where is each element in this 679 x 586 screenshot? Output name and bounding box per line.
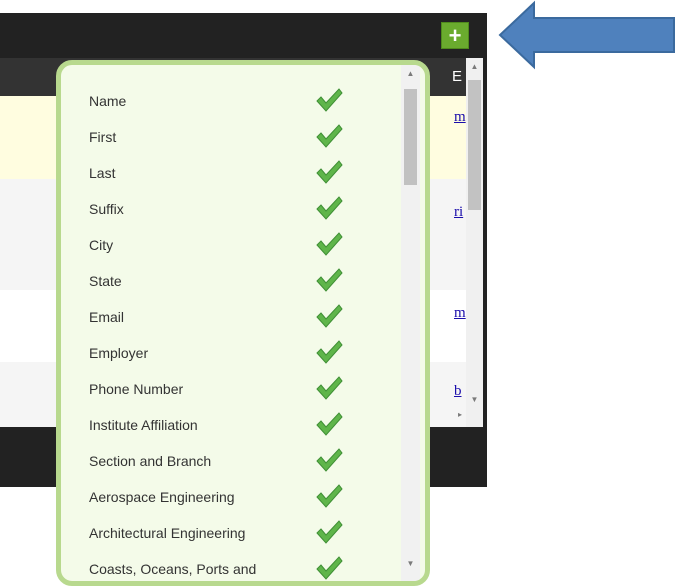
column-option-label: Coasts, Oceans, Ports and [89, 561, 257, 577]
checkmark-icon[interactable] [315, 483, 343, 509]
column-option[interactable]: First [61, 123, 401, 159]
column-option[interactable]: Architectural Engineering [61, 519, 401, 555]
table-header-email[interactable]: E [452, 68, 462, 85]
table-scrollbar[interactable]: ▲ ▼ ▸ [458, 58, 483, 427]
column-option-label: Institute Affiliation [89, 417, 198, 433]
column-option-label: Email [89, 309, 125, 325]
column-option[interactable]: City [61, 231, 401, 267]
checkmark-icon[interactable] [315, 555, 343, 581]
column-option-label: Aerospace Engineering [89, 489, 235, 505]
column-option[interactable]: Section and Branch [61, 447, 401, 483]
checkmark-icon[interactable] [315, 447, 343, 473]
checkmark-icon[interactable] [315, 123, 343, 149]
email-link[interactable]: ri [454, 204, 463, 221]
checkmark-icon[interactable] [315, 375, 343, 401]
checkmark-icon[interactable] [315, 267, 343, 293]
checkmark-icon[interactable] [315, 159, 343, 185]
column-option[interactable]: State [61, 267, 401, 303]
scrollbar-thumb[interactable] [404, 89, 417, 185]
column-option[interactable]: Employer [61, 339, 401, 375]
checkmark-icon[interactable] [315, 87, 343, 113]
column-option-label: Section and Branch [89, 453, 212, 469]
column-list-scrollbar[interactable]: ▲ ▼ [401, 65, 420, 581]
checkmark-icon[interactable] [315, 519, 343, 545]
checkmark-icon[interactable] [315, 195, 343, 221]
column-option[interactable]: Institute Affiliation [61, 411, 401, 447]
email-link[interactable]: m [454, 109, 466, 126]
checkmark-icon[interactable] [315, 411, 343, 437]
column-option[interactable]: Aerospace Engineering [61, 483, 401, 519]
annotation-arrow-icon [498, 0, 675, 70]
checkmark-icon[interactable] [315, 339, 343, 365]
checkmark-icon[interactable] [315, 303, 343, 329]
email-link[interactable]: b [454, 383, 462, 400]
column-option-label: Suffix [89, 201, 124, 217]
add-column-button[interactable]: + [441, 22, 469, 49]
column-option[interactable]: Name [61, 87, 401, 123]
scroll-right-icon[interactable]: ▸ [458, 410, 475, 419]
scroll-down-icon[interactable]: ▼ [401, 559, 420, 568]
column-option-label: Architectural Engineering [89, 525, 246, 541]
column-option[interactable]: Phone Number [61, 375, 401, 411]
scroll-up-icon[interactable]: ▲ [401, 69, 420, 78]
column-option-label: Phone Number [89, 381, 184, 397]
column-chooser-popup: Name First Last Suffix City State Email Employe… [56, 60, 430, 586]
column-option-label: First [89, 129, 117, 145]
checkmark-icon[interactable] [315, 231, 343, 257]
table-toolbar: + [0, 13, 487, 58]
email-link[interactable]: m [454, 305, 466, 322]
column-option-label: Last [89, 165, 116, 181]
column-option[interactable]: Last [61, 159, 401, 195]
column-option[interactable]: Email [61, 303, 401, 339]
column-option-label: Employer [89, 345, 149, 361]
scroll-down-icon[interactable]: ▼ [466, 395, 483, 404]
scrollbar-thumb[interactable] [468, 80, 481, 210]
scroll-up-icon[interactable]: ▲ [466, 62, 483, 71]
column-option-label: State [89, 273, 122, 289]
column-option[interactable]: Coasts, Oceans, Ports and [61, 555, 401, 581]
column-option-label: City [89, 237, 114, 253]
column-option-label: Name [89, 93, 127, 109]
column-option[interactable]: Suffix [61, 195, 401, 231]
